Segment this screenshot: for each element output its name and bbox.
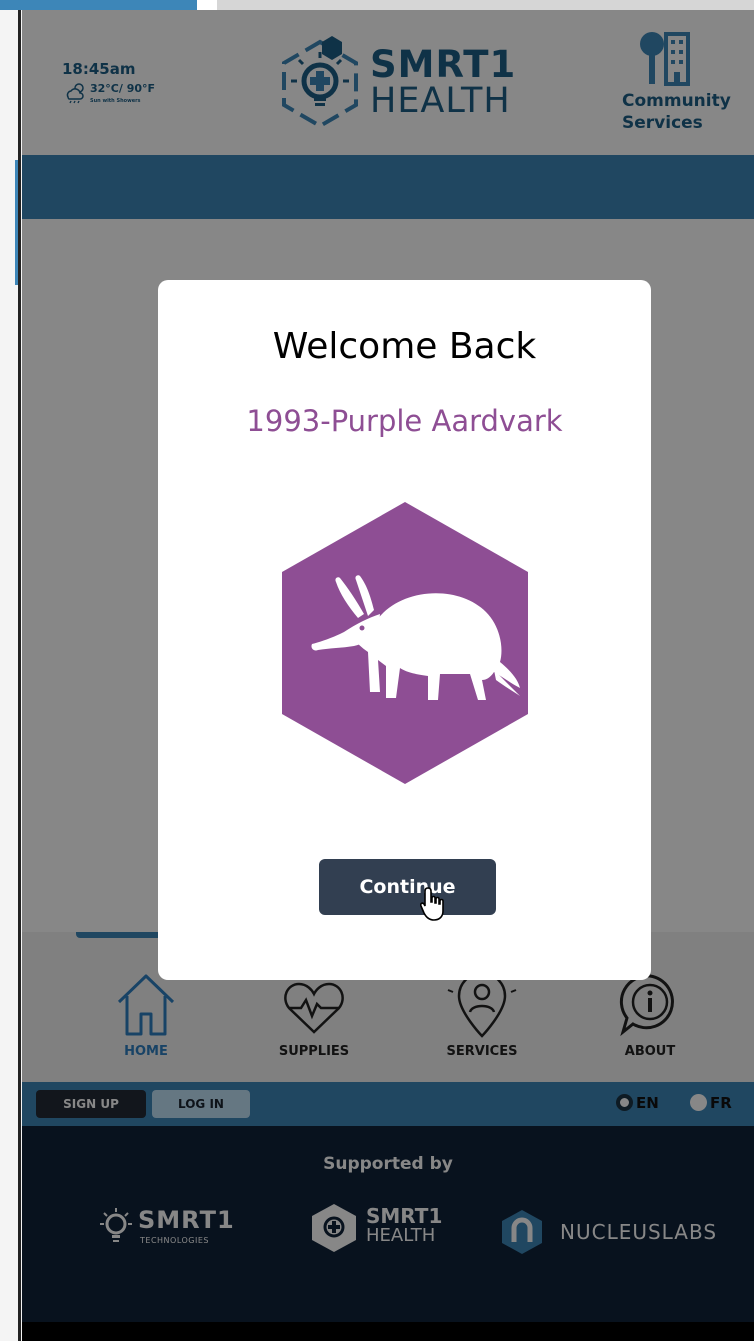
modal-title: Welcome Back bbox=[272, 326, 537, 367]
inactive-tab[interactable] bbox=[197, 0, 217, 10]
continue-button[interactable]: Continue bbox=[319, 859, 496, 915]
welcome-modal: Welcome Back 1993-Purple Aardvark Contin… bbox=[158, 280, 651, 980]
left-edge-strip bbox=[0, 10, 22, 1341]
left-edge-border bbox=[18, 10, 21, 1341]
active-tab[interactable] bbox=[0, 0, 197, 10]
browser-tab-strip bbox=[0, 0, 754, 10]
aardvark-icon bbox=[282, 502, 528, 784]
user-name: 1993-Purple Aardvark bbox=[246, 404, 563, 438]
